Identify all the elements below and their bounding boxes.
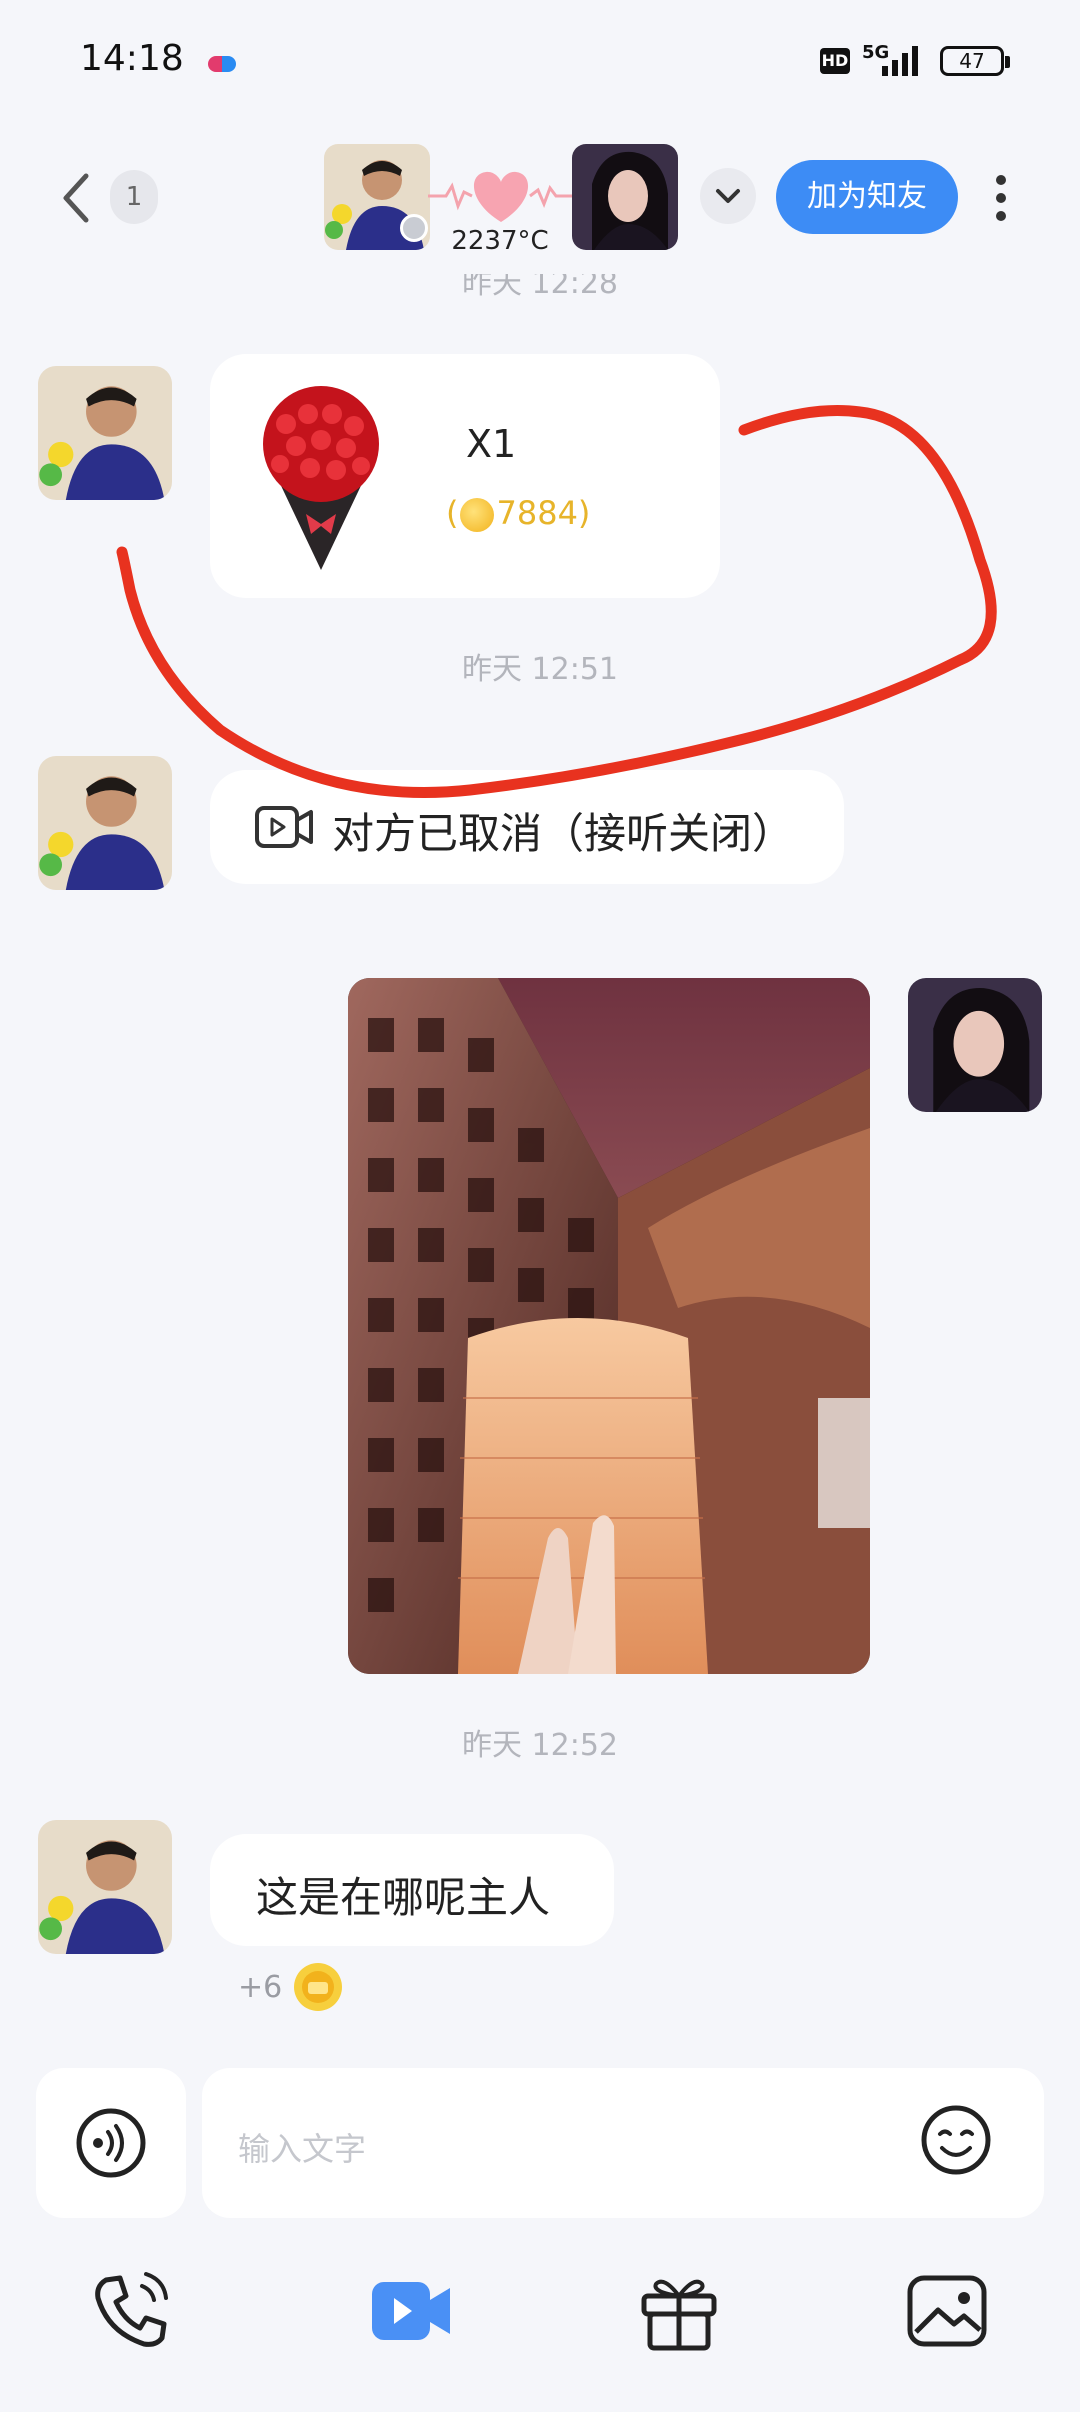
video-call-icon[interactable] xyxy=(366,2266,456,2356)
my-avatar[interactable] xyxy=(572,144,678,250)
unread-count-badge[interactable]: 1 xyxy=(110,170,158,224)
add-friend-button[interactable]: 加为知友 xyxy=(776,160,958,234)
more-icon[interactable] xyxy=(986,170,1016,226)
video-call-icon xyxy=(255,806,313,848)
phone-call-icon[interactable] xyxy=(86,2266,176,2356)
gift-count: X1 xyxy=(466,422,517,466)
app-indicator-icon xyxy=(208,56,236,72)
timestamp: 昨天 12:51 xyxy=(462,652,618,687)
my-avatar[interactable] xyxy=(908,978,1042,1112)
coin-icon xyxy=(294,1963,342,2011)
gift-icon[interactable] xyxy=(634,2266,724,2356)
reward-amount: +6 xyxy=(238,1970,283,2005)
image-icon[interactable] xyxy=(902,2266,992,2356)
back-icon[interactable] xyxy=(56,168,96,228)
voice-icon xyxy=(76,2108,146,2178)
timestamp-partial: 昨天 12:28 xyxy=(462,274,618,301)
partner-avatar[interactable] xyxy=(38,756,172,890)
call-status-text: 对方已取消（接听关闭） xyxy=(332,809,795,858)
emoji-icon[interactable] xyxy=(920,2104,992,2176)
chevron-down-icon[interactable] xyxy=(700,168,756,224)
hd-badge: HD xyxy=(820,48,850,74)
heart-temperature-icon xyxy=(428,171,574,222)
status-time: 14:18 xyxy=(80,38,184,79)
partner-avatar[interactable] xyxy=(38,1820,172,1954)
temperature-value: 2237°C xyxy=(451,226,549,256)
battery-icon: 47 xyxy=(940,46,1010,76)
coin-icon xyxy=(460,498,495,532)
voice-input-button[interactable] xyxy=(36,2068,186,2218)
message-input-placeholder: 输入文字 xyxy=(238,2130,367,2168)
rose-bouquet-icon xyxy=(263,386,379,570)
partner-avatar[interactable] xyxy=(38,366,172,500)
status-dot xyxy=(400,214,428,242)
signal-icon xyxy=(882,46,918,76)
text-message: 这是在哪呢主人 xyxy=(256,1873,551,1922)
photo-message[interactable] xyxy=(348,978,870,1674)
gift-coin-value: (7884) xyxy=(446,494,591,532)
timestamp: 昨天 12:52 xyxy=(462,1728,618,1763)
